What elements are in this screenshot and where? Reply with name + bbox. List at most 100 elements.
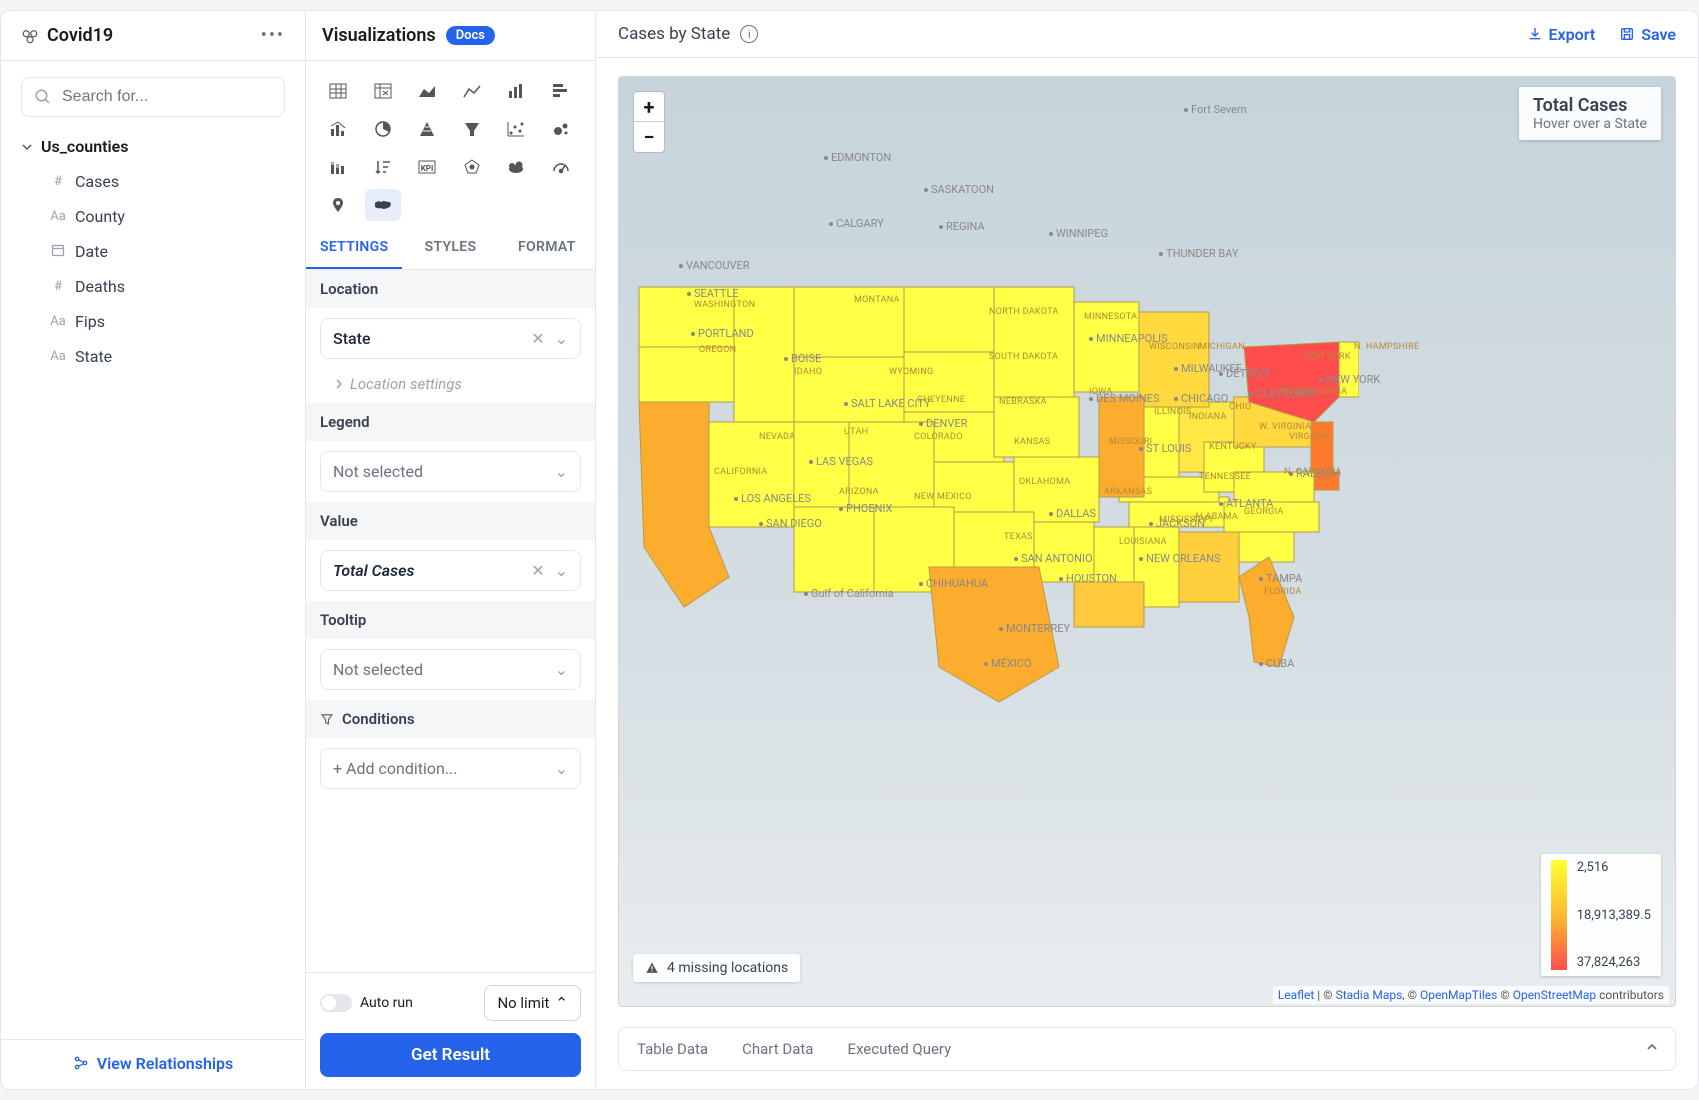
docs-button[interactable]: Docs — [446, 26, 495, 45]
viz-scatter[interactable] — [498, 113, 534, 145]
datasource-menu-button[interactable]: ••• — [261, 25, 285, 46]
view-relationships-button[interactable]: View Relationships — [73, 1054, 234, 1073]
tab-executed-query[interactable]: Executed Query — [847, 1040, 951, 1058]
city-label: Gulf of California — [804, 587, 894, 600]
viz-wordcloud[interactable] — [498, 151, 534, 183]
state-label: UTAH — [844, 427, 868, 437]
tree-table[interactable]: Us_counties — [9, 129, 297, 164]
viz-choropleth[interactable] — [365, 189, 401, 221]
state-label: TENNESSEE — [1199, 472, 1251, 482]
save-button[interactable]: Save — [1619, 25, 1676, 44]
state-label: KANSAS — [1014, 437, 1050, 447]
tooltip-field-select[interactable]: Not selected ⌄ — [320, 649, 581, 690]
stadia-link[interactable]: Stadia Maps — [1336, 988, 1403, 1002]
save-icon — [1619, 26, 1635, 42]
get-result-button[interactable]: Get Result — [320, 1033, 581, 1077]
number-icon: # — [49, 174, 67, 189]
viz-pinmap[interactable] — [320, 189, 356, 221]
text-icon: Aa — [49, 209, 67, 224]
tab-chart-data[interactable]: Chart Data — [742, 1040, 813, 1058]
city-label: NEW YORK — [1319, 373, 1380, 386]
tree-field-date[interactable]: Date — [9, 234, 297, 269]
tree-field-deaths[interactable]: #Deaths — [9, 269, 297, 304]
viz-bar[interactable] — [498, 75, 534, 107]
viz-stacked[interactable] — [320, 151, 356, 183]
tree-field-cases[interactable]: #Cases — [9, 164, 297, 199]
viz-tabs: SETTINGS STYLES FORMAT — [306, 227, 595, 270]
viz-combo[interactable] — [320, 113, 356, 145]
state-label: VIRGINIA — [1289, 432, 1329, 442]
map-attribution: Leaflet | © Stadia Maps, © OpenMapTiles … — [1273, 986, 1669, 1004]
city-label: THUNDER BAY — [1159, 247, 1239, 260]
color-scale-legend: 2,516 18,913,389.5 37,824,263 — [1541, 854, 1661, 976]
info-icon[interactable]: i — [740, 25, 758, 43]
chevron-down-icon[interactable]: ⌄ — [555, 660, 568, 679]
result-tabs: Table Data Chart Data Executed Query — [618, 1027, 1676, 1071]
state-label: SOUTH DAKOTA — [989, 352, 1058, 362]
tab-format[interactable]: FORMAT — [499, 227, 595, 269]
omt-link[interactable]: OpenMapTiles — [1420, 988, 1497, 1002]
viz-pie[interactable] — [365, 113, 401, 145]
city-label: DENVER — [919, 417, 967, 430]
city-label: NEW ORLEANS — [1139, 552, 1221, 565]
city-label: MÉXICO — [984, 657, 1031, 670]
viz-funnel[interactable] — [454, 113, 490, 145]
field-tree: Us_counties #Cases AaCounty Date #Deaths… — [1, 125, 305, 1039]
tree-field-county[interactable]: AaCounty — [9, 199, 297, 234]
chevron-down-icon[interactable]: ⌄ — [555, 561, 568, 580]
tab-table-data[interactable]: Table Data — [637, 1040, 708, 1058]
viz-radar[interactable] — [454, 151, 490, 183]
tree-table-label: Us_counties — [41, 137, 129, 156]
state-label: CHEYENNE — [917, 395, 965, 405]
viz-bubble[interactable] — [543, 113, 579, 145]
location-settings-toggle[interactable]: Location settings — [306, 369, 595, 403]
missing-locations-badge[interactable]: 4 missing locations — [633, 954, 800, 982]
state-label: NORTH DAKOTA — [989, 307, 1059, 317]
section-conditions: Conditions — [306, 700, 595, 738]
location-field-select[interactable]: State ✕⌄ — [320, 318, 581, 359]
chevron-down-icon[interactable]: ⌄ — [555, 759, 568, 778]
chevron-down-icon[interactable]: ⌄ — [555, 462, 568, 481]
viz-kpi[interactable]: KPI — [409, 151, 445, 183]
tree-field-fips[interactable]: AaFips — [9, 304, 297, 339]
viz-line[interactable] — [454, 75, 490, 107]
viz-table[interactable] — [320, 75, 356, 107]
viz-sorted[interactable] — [365, 151, 401, 183]
zoom-out-button[interactable]: − — [634, 122, 664, 152]
leaflet-link[interactable]: Leaflet — [1278, 988, 1314, 1002]
section-value: Value — [306, 502, 595, 540]
zoom-in-button[interactable]: + — [634, 92, 664, 122]
state-label: GEORGIA — [1244, 507, 1284, 517]
auto-run-toggle[interactable] — [320, 994, 352, 1012]
legend-field-select[interactable]: Not selected ⌄ — [320, 451, 581, 492]
clear-icon[interactable]: ✕ — [531, 561, 544, 580]
city-label: MONTERREY — [999, 622, 1070, 635]
search-input[interactable] — [62, 88, 272, 106]
viz-pivot[interactable] — [365, 75, 401, 107]
row-limit-select[interactable]: No limit ⌃ — [484, 985, 581, 1021]
tab-settings[interactable]: SETTINGS — [306, 227, 402, 269]
tab-styles[interactable]: STYLES — [402, 227, 498, 269]
tree-field-state[interactable]: AaState — [9, 339, 297, 374]
state-label: FLORIDA — [1264, 587, 1302, 597]
state-label: W. VIRGINIA — [1259, 422, 1311, 432]
viz-pyramid[interactable] — [409, 113, 445, 145]
state-label: ARIZONA — [839, 487, 879, 497]
viz-hbar[interactable] — [543, 75, 579, 107]
export-button[interactable]: Export — [1527, 25, 1596, 44]
map-canvas[interactable]: + − Total Cases Hover over a State — [618, 76, 1676, 1007]
clear-icon[interactable]: ✕ — [531, 329, 544, 348]
expand-results-button[interactable] — [1645, 1040, 1659, 1058]
viz-gauge[interactable] — [543, 151, 579, 183]
search-input-wrapper[interactable] — [21, 77, 285, 117]
chevron-down-icon[interactable]: ⌄ — [555, 329, 568, 348]
value-field-select[interactable]: Total Cases ✕⌄ — [320, 550, 581, 591]
city-label: DALLAS — [1049, 507, 1096, 520]
add-condition-select[interactable]: + Add condition... ⌄ — [320, 748, 581, 789]
city-label: TAMPA — [1259, 572, 1302, 585]
state-label: WASHINGTON — [694, 300, 755, 310]
viz-area[interactable] — [409, 75, 445, 107]
state-label: MINNESOTA — [1084, 312, 1137, 322]
relationship-icon — [73, 1055, 89, 1071]
osm-link[interactable]: OpenStreetMap — [1513, 988, 1596, 1002]
